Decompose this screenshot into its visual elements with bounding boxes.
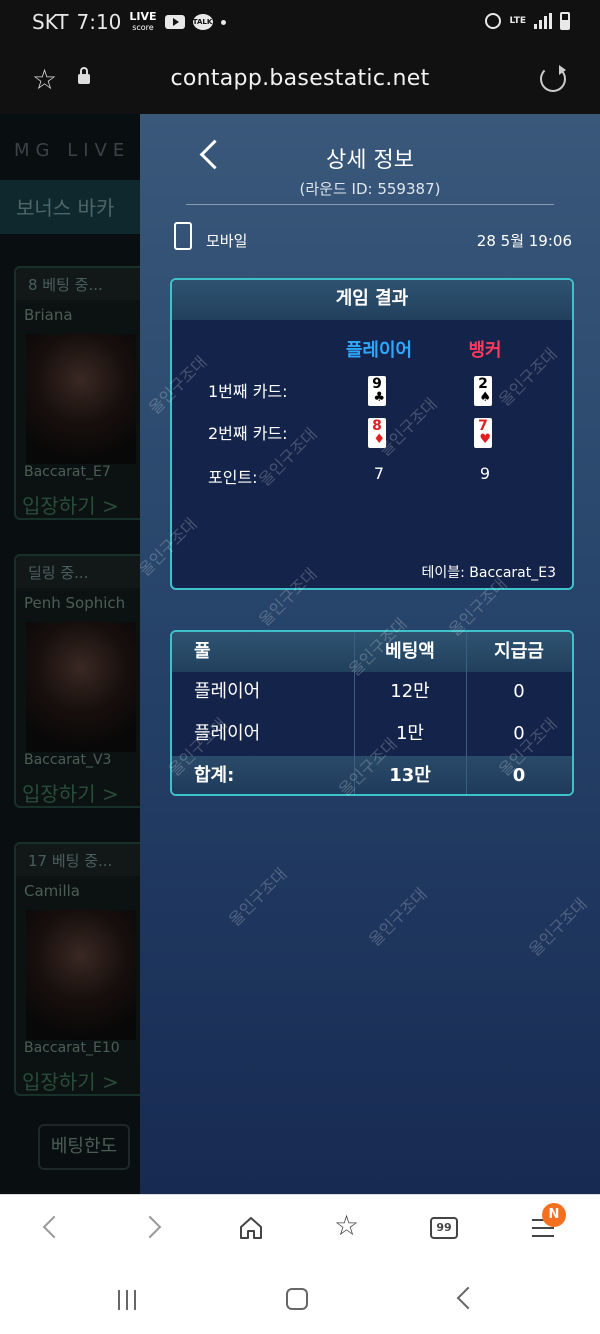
tabs-icon[interactable]: 99 — [430, 1217, 458, 1239]
divider — [186, 204, 554, 205]
browser-bottom-toolbar: ☆ 99 N — [0, 1194, 600, 1269]
status-left: SKT 7:10 LIVE score TALK — [32, 10, 226, 34]
lte-icon: LTE — [509, 15, 526, 26]
amount-cell: 12만 — [390, 681, 430, 702]
pool-cell: 플레이어 — [194, 681, 261, 702]
system-back-icon[interactable] — [456, 1286, 480, 1310]
clock: 7:10 — [76, 10, 122, 34]
watermark: 올인구조대 — [365, 884, 431, 950]
first-card-label: 1번째 카드: — [208, 382, 288, 401]
pool-cell: 플레이어 — [194, 723, 261, 744]
browser-forward-icon[interactable] — [138, 1215, 162, 1239]
overlay-dim[interactable] — [0, 114, 140, 1194]
payout-header: 지급금 — [494, 641, 544, 662]
status-bar: SKT 7:10 LIVE score TALK LTE — [0, 0, 600, 46]
url-bar: ☆ contapp.basestatic.net — [0, 46, 600, 114]
live-score-icon: LIVE score — [129, 9, 157, 32]
more-notifications-icon — [220, 19, 226, 25]
status-right: LTE — [485, 12, 570, 30]
url-text[interactable]: contapp.basestatic.net — [0, 66, 600, 91]
bets-total-row: 합계: 13만 0 — [172, 756, 572, 794]
total-label: 합계: — [194, 765, 235, 786]
watermark: 올인구조대 — [225, 864, 291, 930]
recent-apps-icon[interactable] — [118, 1290, 136, 1310]
system-home-icon[interactable] — [286, 1288, 308, 1310]
pool-header: 풀 — [194, 641, 211, 662]
background-lobby: MG LIVE 보너스 바카 8 베팅 중... Briana Baccarat… — [0, 114, 140, 1194]
bets-table-header: 풀 베팅액 지급금 — [172, 632, 572, 672]
battery-icon — [560, 12, 570, 30]
round-id: (라운드 ID: 559387) — [299, 180, 441, 198]
menu-notification-badge: N — [542, 1203, 566, 1227]
column-divider — [466, 632, 467, 794]
home-icon[interactable] — [238, 1215, 264, 1241]
amount-cell: 1만 — [395, 723, 424, 744]
system-nav-bar — [0, 1268, 600, 1334]
round-datetime: 28 5월 19:06 — [476, 232, 572, 250]
payout-cell: 0 — [513, 723, 525, 744]
heart-suit-icon: ♥ — [479, 432, 491, 447]
carrier: SKT — [32, 10, 69, 34]
diamond-suit-icon: ♦ — [373, 432, 385, 447]
reload-icon[interactable] — [540, 65, 566, 92]
bookmarks-icon[interactable]: ☆ — [334, 1211, 359, 1241]
mobile-device-icon — [174, 222, 192, 250]
game-result-box: 게임 결과 플레이어 뱅커 1번째 카드: 2번째 카드: 포인트: 9 ♣ 8… — [170, 278, 574, 590]
alarm-icon — [485, 13, 502, 29]
total-amount: 13만 — [389, 765, 431, 786]
signal-icon — [534, 13, 552, 29]
panel-title: 상세 정보 — [326, 148, 414, 173]
table-row: 플레이어 12만 0 — [172, 672, 572, 712]
player-card-2: 8 ♦ — [368, 418, 386, 448]
points-label: 포인트: — [208, 468, 258, 487]
watermark: 올인구조대 — [525, 894, 591, 960]
youtube-icon — [164, 15, 185, 29]
total-payout: 0 — [512, 765, 526, 786]
banker-card-1: 2 ♠ — [474, 376, 492, 406]
player-column-label: 플레이어 — [345, 340, 413, 361]
payout-cell: 0 — [513, 681, 525, 702]
banker-points: 9 — [479, 464, 491, 483]
banker-column-label: 뱅커 — [468, 340, 502, 361]
spade-suit-icon: ♠ — [479, 390, 491, 405]
second-card-label: 2번째 카드: — [208, 424, 288, 443]
table-name: 테이블: Baccarat_E3 — [421, 565, 556, 581]
browser-back-icon[interactable] — [42, 1215, 66, 1239]
device-label: 모바일 — [206, 232, 248, 250]
player-points: 7 — [373, 464, 385, 483]
table-row: 플레이어 1만 0 — [172, 714, 572, 754]
player-card-1: 9 ♣ — [368, 376, 386, 406]
detail-panel: 상세 정보 (라운드 ID: 559387) 모바일 28 5월 19:06 게… — [140, 114, 600, 1194]
bets-table: 풀 베팅액 지급금 플레이어 12만 0 플레이어 1만 0 합계: 13만 0 — [170, 630, 574, 796]
game-result-heading: 게임 결과 — [172, 280, 572, 320]
kakaotalk-icon: TALK — [192, 14, 213, 30]
amount-header: 베팅액 — [385, 641, 435, 662]
column-divider — [354, 632, 355, 794]
club-suit-icon: ♣ — [373, 390, 385, 405]
banker-card-2: 7 ♥ — [474, 418, 492, 448]
